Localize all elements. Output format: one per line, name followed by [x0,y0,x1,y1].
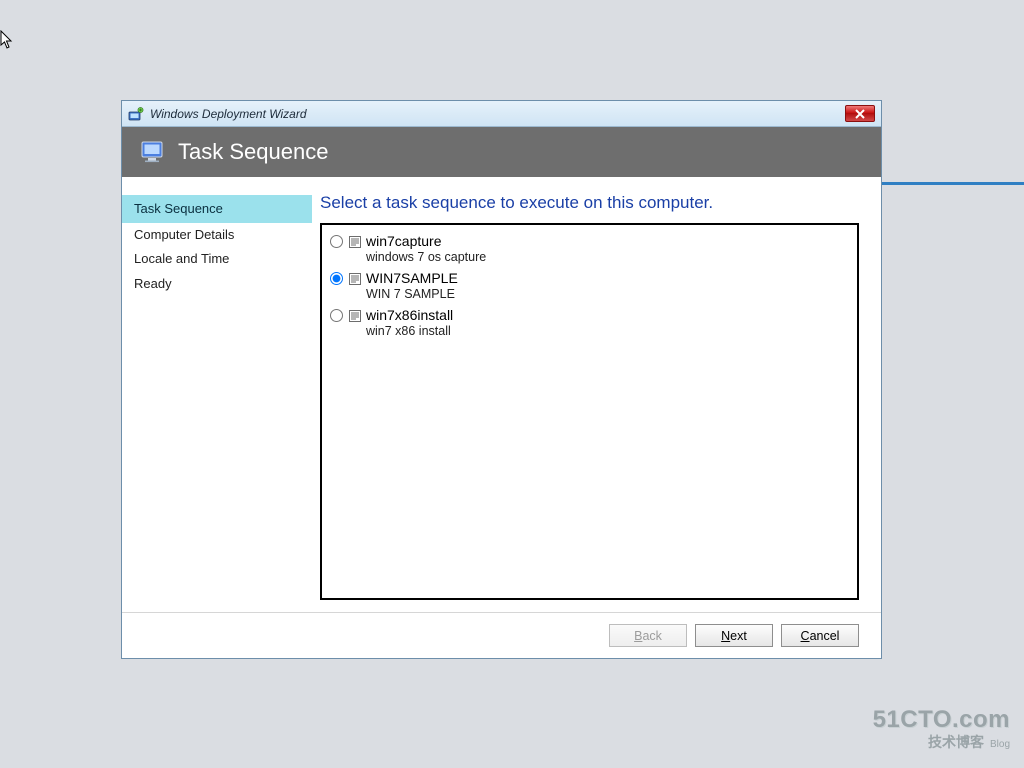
task-sequence-list[interactable]: win7capture windows 7 os capture [320,223,859,600]
nav-label: Computer Details [134,227,234,242]
ts-desc: windows 7 os capture [366,250,849,264]
nav-label: Locale and Time [134,251,229,266]
watermark-tag: Blog [990,739,1010,750]
sidebar-nav: Task Sequence Computer Details Locale an… [122,177,312,612]
task-sequence-item[interactable]: win7capture windows 7 os capture [330,233,849,268]
nav-item-locale-and-time[interactable]: Locale and Time [122,247,312,271]
ts-radio[interactable] [330,235,343,248]
next-button[interactable]: Next [695,624,773,647]
watermark: 51CTO.com 技术博客 Blog [873,708,1010,752]
btn-mnemonic: B [634,629,642,643]
nav-label: Ready [134,276,172,291]
btn-mnemonic: N [721,629,730,643]
btn-post: ancel [810,629,840,643]
ts-desc: WIN 7 SAMPLE [366,287,849,301]
document-icon [348,309,362,323]
document-icon [348,235,362,249]
ts-radio[interactable] [330,309,343,322]
ts-name: win7x86install [366,307,849,323]
wizard-body: Task Sequence Computer Details Locale an… [122,177,881,612]
titlebar[interactable]: Windows Deployment Wizard [122,101,881,127]
window-title: Windows Deployment Wizard [150,107,307,121]
app-icon [128,106,144,122]
nav-item-computer-details[interactable]: Computer Details [122,223,312,247]
ts-name: win7capture [366,233,849,249]
task-sequence-item[interactable]: WIN7SAMPLE WIN 7 SAMPLE [330,270,849,305]
mouse-cursor-icon [0,30,14,50]
instruction-text: Select a task sequence to execute on thi… [320,193,859,213]
watermark-title: 51CTO.com [873,708,1010,732]
desktop: Windows Deployment Wizard Task Sequence [0,0,1024,768]
ts-name: WIN7SAMPLE [366,270,849,286]
cancel-button[interactable]: Cancel [781,624,859,647]
ts-radio[interactable] [330,272,343,285]
wizard-footer: Back Next Cancel [122,612,881,658]
nav-item-task-sequence[interactable]: Task Sequence [122,195,312,223]
back-button[interactable]: Back [609,624,687,647]
task-sequence-item[interactable]: win7x86install win7 x86 install [330,307,849,342]
document-icon [348,272,362,286]
close-button[interactable] [845,105,875,122]
nav-label: Task Sequence [134,201,223,216]
watermark-sub: 技术博客 [928,732,984,752]
nav-item-ready[interactable]: Ready [122,272,312,296]
monitor-icon [140,140,168,164]
main-pane: Select a task sequence to execute on thi… [312,177,881,612]
btn-post: ack [642,629,661,643]
banner-title: Task Sequence [178,139,328,165]
ts-desc: win7 x86 install [366,324,849,338]
decor-line [880,182,1024,185]
wizard-window: Windows Deployment Wizard Task Sequence [121,100,882,659]
btn-post: ext [730,629,747,643]
btn-mnemonic: C [801,629,810,643]
banner: Task Sequence [122,127,881,177]
